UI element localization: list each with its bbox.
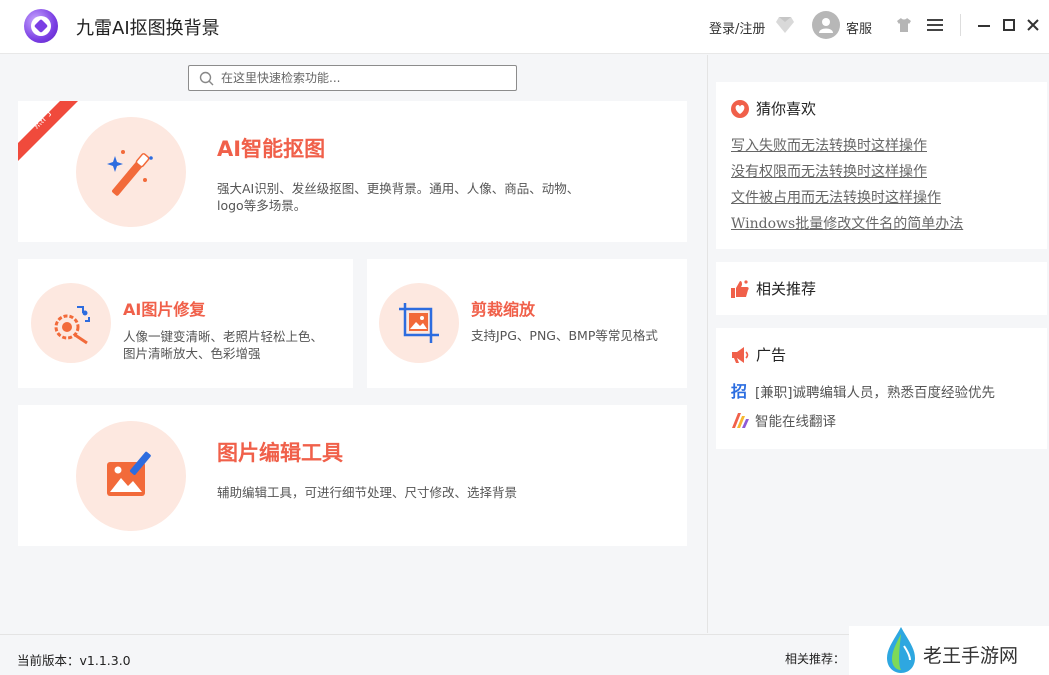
tool-desc-line2: logo等多场景。 [217,198,307,213]
feature-search-box[interactable] [188,65,517,91]
panel-title: 广告 [756,346,787,364]
version-label: 当前版本：v1.1.3.0 [17,653,131,668]
heart-icon [731,99,749,118]
search-input[interactable] [221,68,511,88]
maximize-icon[interactable] [1001,17,1017,33]
watermark: 老王手游网 [849,626,1049,675]
skin-shirt-icon[interactable] [895,16,913,34]
tool-desc-line2: 图片清晰放大、色彩增强 [123,346,261,361]
app-logo-icon [24,9,58,43]
article-link[interactable]: 写入失败而无法转换时这样操作 [731,135,927,155]
related-recommend-panel: 相关推荐 [716,262,1047,315]
ad-text: 智能在线翻译 [755,414,836,430]
tool-card-image-edit[interactable]: 图片编辑工具 辅助编辑工具，可进行细节处理、尺寸修改、选择背景 [18,405,687,546]
login-register-link[interactable]: 登录/注册 [709,18,765,37]
panel-header: 相关推荐 [730,278,816,299]
watermark-text: 老王手游网 [923,645,1019,667]
tool-desc-line1: 辅助编辑工具，可进行细节处理、尺寸修改、选择背景 [217,485,518,500]
customer-service-link[interactable]: 客服 [846,18,872,37]
article-link[interactable]: 没有权限而无法转换时这样操作 [731,161,927,181]
water-drop-logo-icon [887,627,915,673]
panel-title: 猜你喜欢 [756,100,817,118]
image-edit-icon [76,421,186,531]
ad-text: [兼职]诚聘编辑人员，熟悉百度经验优先 [755,385,996,401]
tool-desc-line1: 支持JPG、PNG、BMP等常见格式 [471,328,658,343]
tool-title: AI图片修复 [123,300,206,319]
tool-title: 图片编辑工具 [217,441,343,465]
magic-wand-icon [76,117,186,227]
recruit-icon: 招 [731,382,747,401]
svg-text:招: 招 [731,382,747,401]
tool-title: 剪裁缩放 [471,300,536,319]
megaphone-icon [732,346,749,363]
minimize-icon[interactable] [976,17,992,33]
tool-card-image-repair[interactable]: AI图片修复 人像一键变清晰、老照片轻松上色、 图片清晰放大、色彩增强 [18,259,353,388]
avatar-icon[interactable] [812,11,840,39]
tool-desc-line1: 人像一键变清晰、老照片轻松上色、 [123,329,324,344]
ad-item[interactable]: 招 [兼职]诚聘编辑人员，熟悉百度经验优先 [730,381,995,401]
tool-desc-line1: 强大AI识别、发丝级抠图、更换背景。通用、人像、商品、动物、 [217,181,580,196]
titlebar-divider [960,14,961,36]
crop-icon [379,283,459,363]
article-link[interactable]: Windows批量修改文件名的简单办法 [731,213,963,233]
panel-divider [707,55,708,633]
app-title: 九雷AI抠图换背景 [76,18,220,39]
ad-item[interactable]: 智能在线翻译 [730,410,836,430]
tool-title: AI智能抠图 [217,137,326,161]
panel-header: 广告 [730,344,786,365]
footer-related-label: 相关推荐： [785,652,846,666]
vip-diamond-icon[interactable] [775,16,795,34]
ads-panel: 广告 招 [兼职]诚聘编辑人员，熟悉百度经验优先 智能在线翻译 [716,328,1047,449]
panel-header: 猜你喜欢 [730,98,816,119]
translate-logo-icon [732,413,749,428]
thumbs-up-icon [731,279,749,298]
tool-card-ai-cutout[interactable]: 热门 AI智能抠图 强大AI识别、发丝级抠图、更换背景。通用、人像、商品、动物、… [18,101,687,242]
tool-card-crop-resize[interactable]: 剪裁缩放 支持JPG、PNG、BMP等常见格式 [367,259,687,388]
search-icon [199,71,214,86]
panel-title: 相关推荐 [756,280,817,298]
guess-you-like-panel: 猜你喜欢 写入失败而无法转换时这样操作 没有权限而无法转换时这样操作 文件被占用… [716,82,1047,249]
close-icon[interactable] [1025,17,1041,33]
menu-icon[interactable] [926,17,944,33]
hot-ribbon: 热门 [18,101,78,161]
title-bar: 九雷AI抠图换背景 登录/注册 客服 [0,0,1049,54]
article-link[interactable]: 文件被占用而无法转换时这样操作 [731,187,941,207]
image-repair-icon [31,283,111,363]
